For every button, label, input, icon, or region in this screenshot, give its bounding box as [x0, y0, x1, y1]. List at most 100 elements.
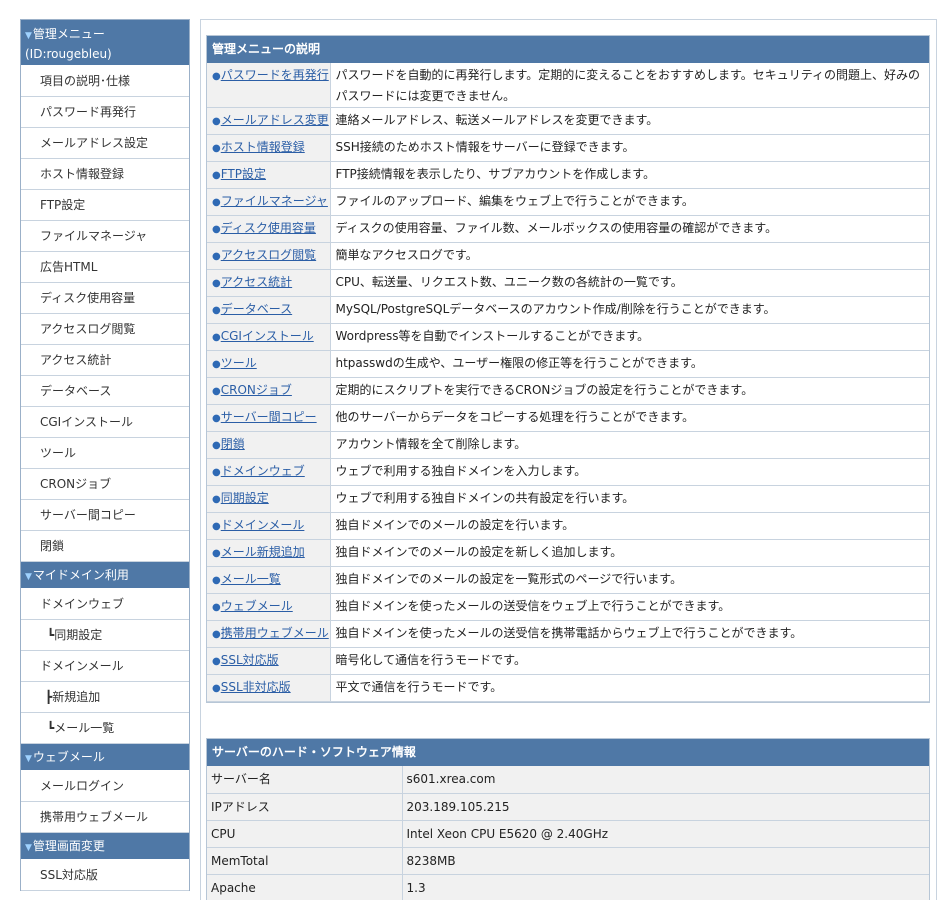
sidebar-item[interactable]: CGIインストール [21, 407, 189, 438]
sidebar-item[interactable]: サーバー間コピー [21, 500, 189, 531]
bullet-icon: ● [212, 386, 221, 397]
sidebar-item[interactable]: ┗メール一覧 [21, 713, 189, 744]
menu-link[interactable]: ファイルマネージャ [221, 194, 328, 208]
sidebar-item[interactable]: アクセスログ閲覧 [21, 314, 189, 345]
menu-name-cell: ●メール新規追加 [207, 539, 331, 567]
sidebar-item[interactable]: SSL対応版 [21, 860, 189, 891]
menu-link[interactable]: メールアドレス変更 [221, 113, 329, 127]
bullet-icon: ● [212, 575, 221, 586]
menu-name-cell: ●ウェブメール [207, 593, 331, 621]
sidebar-item[interactable]: FTP設定 [21, 190, 189, 221]
menu-name-cell: ●CGIインストール [207, 323, 331, 351]
menu-description-cell: CPU、転送量、リクエスト数、ユニーク数の各統計の一覧です。 [330, 269, 929, 297]
table-row: ●同期設定 ウェブで利用する独自ドメインの共有設定を行います。 [207, 485, 929, 513]
table-row: IPアドレス 203.189.105.215 [207, 793, 929, 821]
menu-link[interactable]: 携帯用ウェブメール [221, 626, 329, 640]
menu-link[interactable]: ホスト情報登録 [221, 140, 305, 154]
sidebar-item[interactable]: ホスト情報登録 [21, 159, 189, 190]
expand-arrow-icon: ▼ [25, 572, 32, 582]
table-row: ●CGIインストール Wordpress等を自動でインストールすることができます。 [207, 323, 929, 351]
menu-name-cell: ●パスワードを再発行 [207, 63, 331, 108]
table-row: ●ファイルマネージャ ファイルのアップロード、編集をウェブ上で行うことができます。 [207, 188, 929, 216]
menu-link[interactable]: CRONジョブ [221, 383, 292, 397]
menu-description-cell: 独自ドメインでのメールの設定を行います。 [330, 512, 929, 540]
menu-link[interactable]: ドメインメール [221, 518, 305, 532]
sidebar-header-title: 管理メニュー [32, 27, 105, 41]
sidebar-item[interactable]: ┣新規追加 [21, 682, 189, 713]
sidebar-item[interactable]: アクセス統計 [21, 345, 189, 376]
server-info-table: サーバー名 s601.xrea.com IPアドレス 203.189.105.215 C… [207, 766, 929, 900]
menu-description-cell: htpasswdの生成や、ユーザー権限の修正等を行うことができます。 [330, 350, 929, 378]
server-info-value: Intel Xeon CPU E5620 @ 2.40GHz [402, 820, 929, 848]
menu-link[interactable]: ツール [221, 356, 257, 370]
menu-description-cell: 簡単なアクセスログです。 [330, 242, 929, 270]
sidebar-item[interactable]: メールアドレス設定 [21, 128, 189, 159]
bullet-icon: ● [212, 332, 221, 343]
sidebar-item[interactable]: ドメインメール [21, 651, 189, 682]
bullet-icon: ● [212, 251, 221, 262]
sidebar-header-label: 管理画面変更 [32, 839, 105, 853]
sidebar-item[interactable]: ディスク使用容量 [21, 283, 189, 314]
menu-link[interactable]: メール新規追加 [221, 545, 305, 559]
bullet-icon: ● [212, 413, 221, 424]
sidebar-item[interactable]: ┗同期設定 [21, 620, 189, 651]
menu-link[interactable]: サーバー間コピー [221, 410, 317, 424]
menu-link[interactable]: SSL非対応版 [221, 680, 291, 694]
table-row: ●アクセス統計 CPU、転送量、リクエスト数、ユニーク数の各統計の一覧です。 [207, 269, 929, 297]
menu-link[interactable]: 同期設定 [221, 491, 269, 505]
menu-description-cell: 平文で通信を行うモードです。 [330, 674, 929, 702]
sidebar-header-label: マイドメイン利用 [32, 568, 129, 582]
sidebar-item[interactable]: 項目の説明･仕様 [21, 66, 189, 97]
bullet-icon: ● [212, 359, 221, 370]
menu-link[interactable]: メール一覧 [221, 572, 281, 586]
menu-link[interactable]: ディスク使用容量 [221, 221, 316, 235]
sidebar-item[interactable]: ツール [21, 438, 189, 469]
menu-description-cell: ディスクの使用容量、ファイル数、メールボックスの使用容量の確認ができます。 [330, 215, 929, 243]
expand-arrow-icon: ▼ [25, 843, 32, 853]
menu-description-table: ●パスワードを再発行 パスワードを自動的に再発行します。定期的に変えることをおすす… [207, 63, 929, 702]
menu-link[interactable]: パスワードを再発行 [221, 68, 329, 82]
table-row: Apache 1.3 [207, 874, 929, 900]
sidebar-item[interactable]: メールログイン [21, 771, 189, 802]
bullet-icon: ● [212, 278, 221, 289]
sidebar-item[interactable]: 閉鎖 [21, 531, 189, 562]
menu-link[interactable]: CGIインストール [221, 329, 314, 343]
sidebar-item[interactable]: データベース [21, 376, 189, 407]
sidebar-item[interactable]: 広告HTML [21, 252, 189, 283]
menu-link[interactable]: ドメインウェブ [221, 464, 305, 478]
menu-link[interactable]: データベース [221, 302, 292, 316]
expand-arrow-icon: ▼ [25, 31, 32, 41]
sidebar-item[interactable]: CRONジョブ [21, 469, 189, 500]
table-row: ●閉鎖 アカウント情報を全て削除します。 [207, 431, 929, 459]
bullet-icon: ● [212, 521, 221, 532]
sidebar-header-webmail: ▼ウェブメール [21, 744, 189, 771]
menu-link[interactable]: アクセスログ閲覧 [221, 248, 316, 262]
sidebar-header-domain: ▼マイドメイン利用 [21, 562, 189, 589]
menu-link[interactable]: ウェブメール [221, 599, 293, 613]
menu-description-cell: ウェブで利用する独自ドメインを入力します。 [330, 458, 929, 486]
sidebar-item[interactable]: ドメインウェブ [21, 589, 189, 620]
menu-link[interactable]: アクセス統計 [221, 275, 292, 289]
server-info-label: サーバー名 [207, 766, 403, 794]
sidebar-item[interactable]: パスワード再発行 [21, 97, 189, 128]
table-row: ●SSL対応版 暗号化して通信を行うモードです。 [207, 647, 929, 675]
menu-link[interactable]: FTP設定 [221, 167, 266, 181]
sidebar-item[interactable]: ファイルマネージャ [21, 221, 189, 252]
table-row: ●SSL非対応版 平文で通信を行うモードです。 [207, 674, 929, 702]
server-info-value: 8238MB [402, 847, 929, 875]
menu-name-cell: ●ドメインウェブ [207, 458, 331, 486]
menu-description-cell: 定期的にスクリプトを実行できるCRONジョブの設定を行うことができます。 [330, 377, 929, 405]
sidebar-item[interactable]: 携帯用ウェブメール [21, 802, 189, 833]
menu-link[interactable]: SSL対応版 [221, 653, 279, 667]
menu-link[interactable]: 閉鎖 [221, 437, 245, 451]
table-row: ●CRONジョブ 定期的にスクリプトを実行できるCRONジョブの設定を行うことがで… [207, 377, 929, 405]
menu-name-cell: ●携帯用ウェブメール [207, 620, 331, 648]
menu-description-cell: 独自ドメインを使ったメールの送受信をウェブ上で行うことができます。 [330, 593, 929, 621]
server-info-value: 1.3 [402, 874, 929, 900]
bullet-icon: ● [212, 683, 221, 694]
table-row: MemTotal 8238MB [207, 847, 929, 875]
menu-name-cell: ●CRONジョブ [207, 377, 331, 405]
panel-title: 管理メニューの説明 [207, 36, 929, 63]
table-row: ●アクセスログ閲覧 簡単なアクセスログです。 [207, 242, 929, 270]
bullet-icon: ● [212, 602, 221, 613]
